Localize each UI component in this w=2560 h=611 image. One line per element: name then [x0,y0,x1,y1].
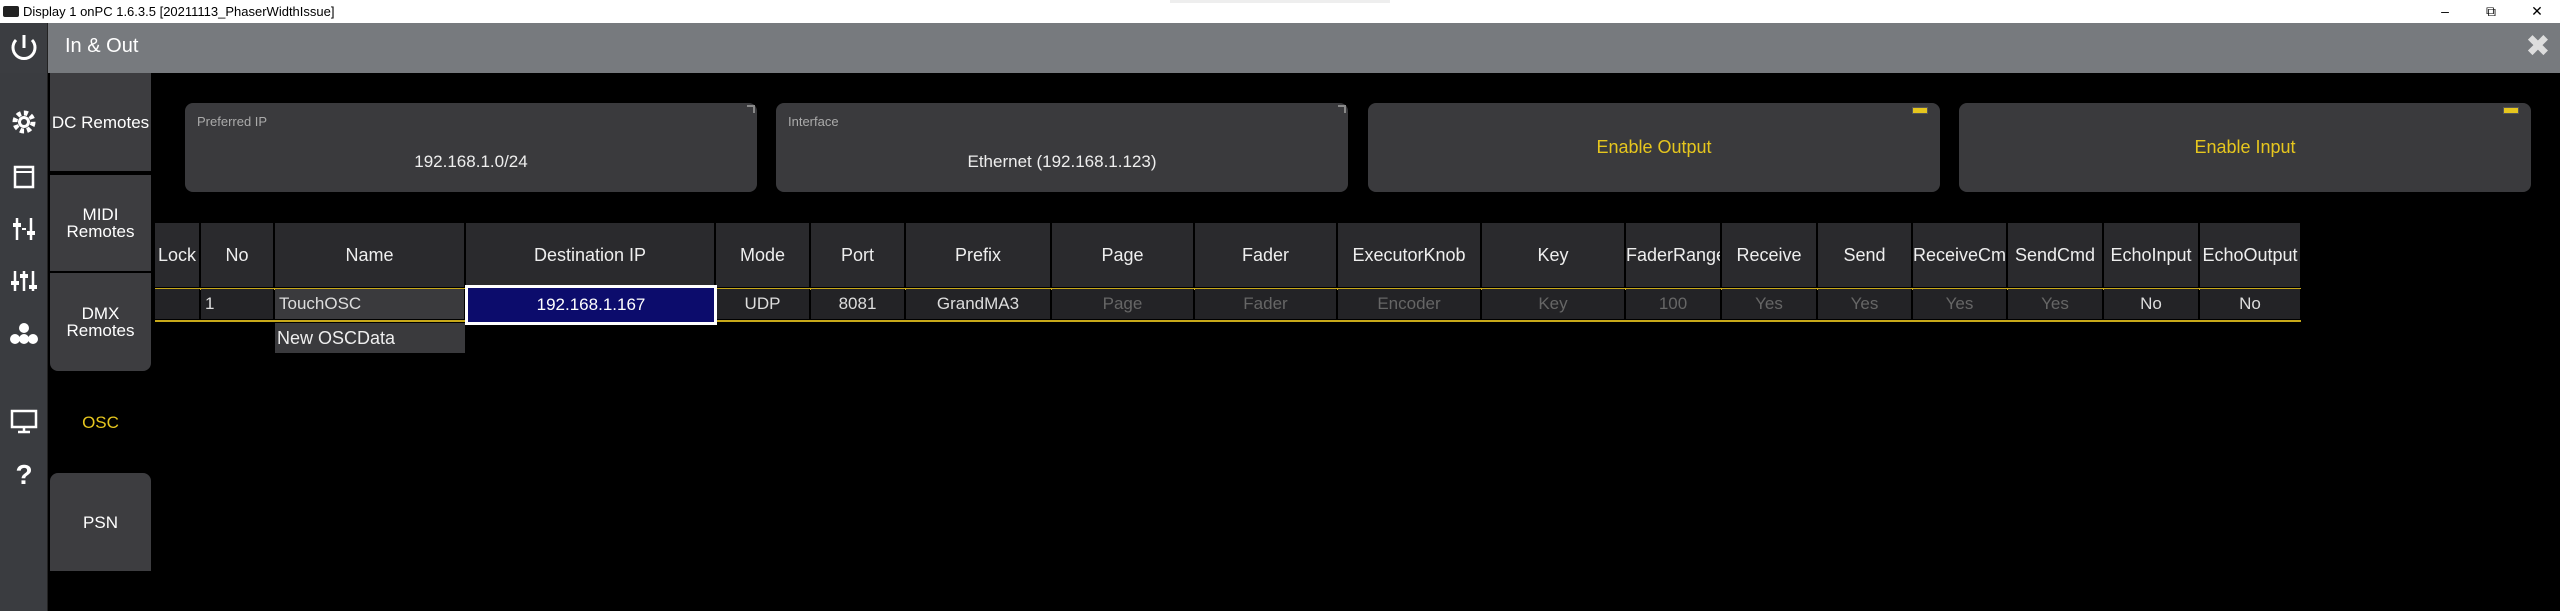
column-header-lock[interactable]: Lock [155,223,200,287]
tab-midi-remotes[interactable]: MIDI Remotes [50,175,151,271]
column-header-echo-output[interactable]: EchoOutput [2200,223,2301,287]
edit-corner-icon [1338,105,1346,113]
cell-echo-input[interactable]: No [2104,289,2199,319]
column-header-key[interactable]: Key [1482,223,1625,287]
column-header-name[interactable]: Name [275,223,465,287]
column-header-page[interactable]: Page [1052,223,1194,287]
cell-mode[interactable]: UDP [716,289,810,319]
preferred-ip-label: Preferred IP [197,114,268,129]
column-header-destination-ip[interactable]: Destination IP [466,223,715,287]
output-indicator-led [1912,107,1928,114]
power-icon [11,35,37,60]
svg-text:?: ? [15,459,32,490]
tab-dc-remotes[interactable]: DC Remotes [50,73,151,171]
tab-label: OSC [82,412,119,432]
maximize-button[interactable]: ⧉ [2468,0,2514,23]
window-icon[interactable] [6,159,42,195]
help-icon[interactable]: ? [6,456,42,492]
column-header-executor-knob[interactable]: ExecutorKnob [1338,223,1481,287]
cell-send-cmd[interactable]: Yes [2008,289,2103,319]
column-header-fader-range[interactable]: FaderRange [1626,223,1721,287]
interface-value: Ethernet (192.168.1.123) [967,152,1157,171]
tab-dmx-remotes[interactable]: DMX Remotes [50,273,151,371]
column-header-send[interactable]: Send [1818,223,1912,287]
cell-key[interactable]: Key [1482,289,1625,319]
window-header: In & Out ✖ [0,23,2560,73]
cell-echo-output[interactable]: No [2200,289,2301,319]
column-header-fader[interactable]: Fader [1195,223,1337,287]
input-indicator-led [2503,107,2519,114]
enable-output-button[interactable]: Enable Output [1368,103,1940,192]
tab-label: PSN [83,512,118,532]
dots-icon[interactable] [6,315,42,351]
sliders-icon[interactable] [6,263,42,299]
cell-prefix[interactable]: GrandMA3 [906,289,1051,319]
preferred-ip-field[interactable]: Preferred IP 192.168.1.0/24 [185,103,757,192]
interface-field[interactable]: Interface Ethernet (192.168.1.123) [776,103,1348,192]
cell-port[interactable]: 8081 [811,289,905,319]
new-oscdata-row[interactable]: New OSCData [275,323,465,353]
enable-output-label: Enable Output [1596,137,1712,157]
minimize-button[interactable]: – [2422,0,2468,23]
left-toolbar: ? [0,73,48,611]
tab-label: MIDI Remotes [66,205,135,241]
cell-fader-range[interactable]: 100 [1626,289,1721,319]
column-header-receive[interactable]: Receive [1722,223,1817,287]
column-header-prefix[interactable]: Prefix [906,223,1051,287]
in-out-tabs: DC Remotes MIDI Remotes DMX Remotes OSC … [50,73,151,611]
column-header-mode[interactable]: Mode [716,223,810,287]
close-panel-button[interactable]: ✖ [2522,29,2554,65]
cell-no[interactable]: 1 [201,289,274,319]
page-title: In & Out [65,35,139,57]
tab-label: DMX Remotes [66,304,135,340]
gear-icon[interactable] [6,104,42,140]
cell-name[interactable]: TouchOSC [275,289,465,319]
titlebar-drag-region[interactable] [1170,0,1390,3]
cell-executor-knob[interactable]: Encoder [1338,289,1481,319]
cell-receive[interactable]: Yes [1722,289,1817,319]
column-header-receive-cmd[interactable]: ReceiveCmd [1913,223,2007,287]
cell-destination-ip-selected[interactable]: 192.168.1.167 [465,285,717,325]
window-titlebar: Display 1 onPC 1.6.3.5 [20211113_PhaserW… [0,0,2560,23]
window-title: Display 1 onPC 1.6.3.5 [20211113_PhaserW… [23,4,335,19]
column-header-send-cmd[interactable]: SendCmd [2008,223,2103,287]
cell-lock[interactable] [155,289,200,319]
tab-psn[interactable]: PSN [50,473,151,571]
tab-osc[interactable]: OSC [50,373,151,471]
enable-input-label: Enable Input [2194,137,2296,157]
display-icon[interactable] [6,403,42,439]
cell-fader[interactable]: Fader [1195,289,1337,319]
column-header-echo-input[interactable]: EchoInput [2104,223,2199,287]
interface-label: Interface [788,114,839,129]
power-button[interactable] [0,23,48,73]
tab-label: DC Remotes [51,112,150,132]
faders-icon[interactable] [6,211,42,247]
cell-page[interactable]: Page [1052,289,1194,319]
enable-input-button[interactable]: Enable Input [1959,103,2531,192]
column-header-port[interactable]: Port [811,223,905,287]
edit-corner-icon [747,105,755,113]
app-icon [3,6,19,17]
cell-send[interactable]: Yes [1818,289,1912,319]
close-window-button[interactable]: ✕ [2514,0,2560,23]
preferred-ip-value: 192.168.1.0/24 [414,152,528,171]
column-header-no[interactable]: No [201,223,274,287]
cell-receive-cmd[interactable]: Yes [1913,289,2007,319]
